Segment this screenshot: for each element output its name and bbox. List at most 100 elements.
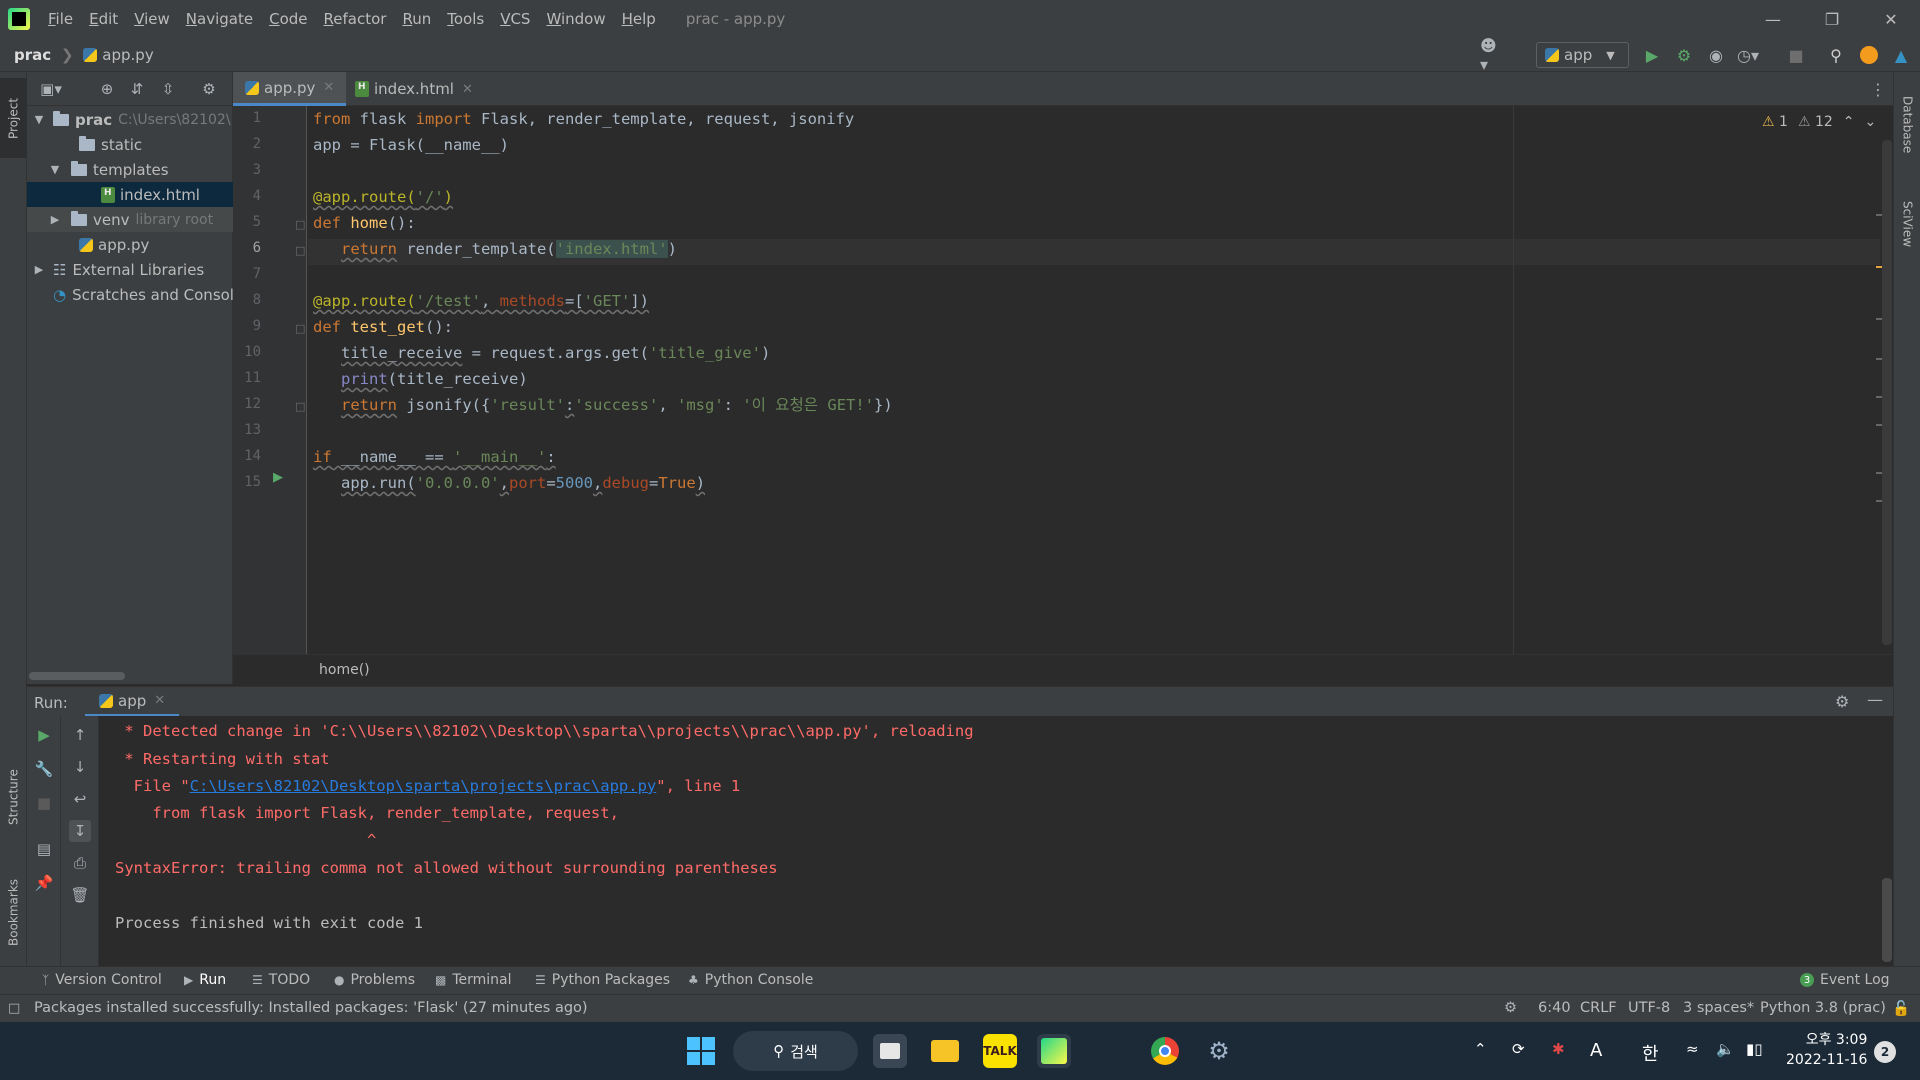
user-icon[interactable]: ☻▾ bbox=[1480, 36, 1502, 74]
tool-tab-todo[interactable]: ☰ TODO bbox=[252, 972, 310, 988]
settings-gear-icon[interactable]: ⚙ bbox=[1202, 1034, 1236, 1068]
wrench-icon[interactable]: 🔧 bbox=[33, 758, 55, 780]
restore-button[interactable]: ❐ bbox=[1803, 0, 1861, 38]
trash-icon[interactable]: 🗑 bbox=[69, 884, 91, 906]
status-message[interactable]: Packages installed successfully: Install… bbox=[34, 1000, 588, 1016]
fold-icon[interactable]: □ bbox=[295, 244, 305, 257]
previous-highlight-icon[interactable]: ⌃ bbox=[1843, 114, 1855, 130]
bookmarks-tool-tab[interactable]: Bookmarks bbox=[0, 862, 27, 962]
hide-panel-icon[interactable]: — bbox=[1867, 690, 1883, 709]
structure-tool-tab[interactable]: Structure bbox=[0, 752, 27, 842]
expand-all-icon[interactable]: ⇵ bbox=[127, 79, 147, 99]
chrome-icon[interactable] bbox=[1148, 1034, 1182, 1068]
tool-tab-terminal[interactable]: ▩ Terminal bbox=[435, 972, 512, 988]
file-encoding[interactable]: UTF-8 bbox=[1628, 1000, 1670, 1016]
wifi-icon[interactable]: ≈ bbox=[1686, 1040, 1699, 1058]
profile-icon[interactable]: ◷▾ bbox=[1737, 44, 1759, 66]
warning-count[interactable]: ⚠ 12 bbox=[1798, 114, 1833, 130]
soft-wrap-icon[interactable]: ↩ bbox=[69, 788, 91, 810]
windows-start-icon[interactable] bbox=[684, 1034, 718, 1068]
menu-tools[interactable]: Tools bbox=[439, 10, 492, 28]
toggle-tool-windows-icon[interactable]: □ bbox=[8, 1001, 20, 1016]
menu-code[interactable]: Code bbox=[261, 10, 315, 28]
tab-app-py[interactable]: app.py ✕ bbox=[233, 72, 347, 106]
line-separator[interactable]: CRLF bbox=[1580, 1000, 1617, 1016]
gear-icon[interactable]: ⚙ bbox=[199, 79, 219, 99]
tray-expand-icon[interactable]: ⌃ bbox=[1474, 1040, 1487, 1058]
pycharm-taskbar-icon[interactable] bbox=[1037, 1034, 1071, 1068]
taskbar-search[interactable]: ⚲ 검색 bbox=[733, 1031, 858, 1071]
locate-file-icon[interactable]: ⊕ bbox=[97, 79, 117, 99]
debug-icon[interactable]: ⚙ bbox=[1673, 44, 1695, 66]
caret-position[interactable]: 6:40 bbox=[1538, 1000, 1571, 1016]
gear-icon[interactable]: ⚙ bbox=[1835, 692, 1849, 711]
menu-vcs[interactable]: VCS bbox=[492, 10, 538, 28]
menu-help[interactable]: Help bbox=[614, 10, 664, 28]
print-icon[interactable]: ⎙ bbox=[69, 852, 91, 874]
tree-item-external-libraries[interactable]: ▶ ☷ External Libraries bbox=[27, 257, 233, 282]
lock-icon[interactable]: 🔓 bbox=[1892, 1000, 1910, 1017]
more-tabs-icon[interactable]: ⋮ bbox=[1870, 80, 1886, 99]
stop-icon[interactable]: ■ bbox=[1785, 44, 1807, 66]
close-icon[interactable]: ✕ bbox=[154, 693, 165, 708]
search-icon[interactable]: ⚲ bbox=[1825, 44, 1847, 66]
menu-navigate[interactable]: Navigate bbox=[178, 10, 261, 28]
run-icon[interactable]: ▶ bbox=[1641, 44, 1663, 66]
run-configuration-select[interactable]: app ▼ bbox=[1536, 42, 1629, 68]
antivirus-icon[interactable]: ✱ bbox=[1552, 1040, 1565, 1058]
tree-item-scratches[interactable]: ◔ Scratches and Consoles bbox=[27, 282, 233, 307]
project-tool-tab[interactable]: Project bbox=[0, 78, 27, 158]
update-icon[interactable] bbox=[1858, 44, 1880, 66]
console-file-link[interactable]: C:\Users\82102\Desktop\sparta\projects\p… bbox=[190, 777, 657, 795]
pin-icon[interactable]: 📌 bbox=[33, 872, 55, 894]
jetbrains-toolbox-icon[interactable]: ▲ bbox=[1890, 44, 1912, 66]
sync-icon[interactable]: ⟳ bbox=[1512, 1040, 1525, 1058]
error-count[interactable]: ⚠ 1 bbox=[1762, 114, 1788, 130]
minimize-button[interactable]: — bbox=[1744, 0, 1802, 38]
console-vertical-scrollbar[interactable] bbox=[1882, 878, 1892, 962]
run-tab-app[interactable]: app ✕ bbox=[85, 687, 180, 717]
menu-window[interactable]: Window bbox=[538, 10, 613, 28]
fold-icon[interactable]: □ bbox=[295, 400, 305, 413]
taskbar-clock[interactable]: 오후 3:09 2022-11-16 bbox=[1786, 1030, 1867, 1070]
tool-tab-run[interactable]: ▶ Run bbox=[184, 972, 226, 988]
arrow-up-icon[interactable]: ↑ bbox=[69, 724, 91, 746]
indent-settings[interactable]: 3 spaces* bbox=[1683, 1000, 1754, 1016]
fold-icon[interactable]: □ bbox=[295, 218, 305, 231]
menu-refactor[interactable]: Refactor bbox=[316, 10, 395, 28]
close-icon[interactable]: ✕ bbox=[462, 82, 473, 97]
chevron-down-icon[interactable]: ▼ bbox=[47, 163, 63, 176]
task-view-icon[interactable] bbox=[873, 1034, 907, 1068]
code-editor[interactable]: from flask import Flask, render_template… bbox=[308, 106, 1880, 654]
horizontal-scrollbar[interactable] bbox=[29, 672, 125, 680]
chevron-down-icon[interactable]: ▼ bbox=[31, 113, 47, 126]
tool-tab-python-packages[interactable]: ☰ Python Packages bbox=[535, 972, 670, 988]
ime-language-indicator[interactable]: 한 bbox=[1642, 1040, 1659, 1066]
run-gutter-icon[interactable]: ▶ bbox=[273, 470, 283, 485]
battery-icon[interactable]: ▮▯ bbox=[1746, 1040, 1763, 1058]
menu-edit[interactable]: Edit bbox=[81, 10, 126, 28]
tree-item-static[interactable]: static bbox=[27, 132, 233, 157]
coverage-icon[interactable]: ◉ bbox=[1705, 44, 1727, 66]
tool-tab-version-control[interactable]: ᛉ Version Control bbox=[42, 972, 162, 988]
layout-icon[interactable]: ▤ bbox=[33, 838, 55, 860]
kakaotalk-icon[interactable]: TALK bbox=[983, 1034, 1017, 1068]
tree-item-app-py[interactable]: app.py bbox=[27, 232, 233, 257]
chevron-right-icon[interactable]: ▶ bbox=[31, 263, 47, 276]
inspection-widget[interactable]: ⚠ 1 ⚠ 12 ⌃ ⌄ bbox=[1762, 114, 1876, 130]
tree-item-index-html[interactable]: index.html bbox=[27, 182, 233, 207]
file-explorer-icon[interactable] bbox=[928, 1034, 962, 1068]
collapse-all-icon[interactable]: ⇳ bbox=[158, 79, 178, 99]
breadcrumb-project[interactable]: prac bbox=[14, 46, 51, 64]
tool-tab-event-log[interactable]: 3 Event Log bbox=[1800, 972, 1890, 988]
database-tool-tab[interactable]: Database bbox=[1894, 80, 1920, 170]
menu-file[interactable]: File bbox=[40, 10, 81, 28]
tree-item-prac[interactable]: ▼ prac C:\Users\82102\ bbox=[27, 107, 233, 132]
python-interpreter[interactable]: Python 3.8 (prac) bbox=[1760, 1000, 1886, 1016]
stop-icon[interactable]: ■ bbox=[33, 792, 55, 814]
tree-item-templates[interactable]: ▼ templates bbox=[27, 157, 233, 182]
arrow-down-icon[interactable]: ↓ bbox=[69, 756, 91, 778]
code-breadcrumb-function[interactable]: home() bbox=[319, 662, 370, 678]
close-window-button[interactable]: ✕ bbox=[1862, 0, 1920, 38]
tool-tab-python-console[interactable]: ♣ Python Console bbox=[688, 972, 813, 988]
